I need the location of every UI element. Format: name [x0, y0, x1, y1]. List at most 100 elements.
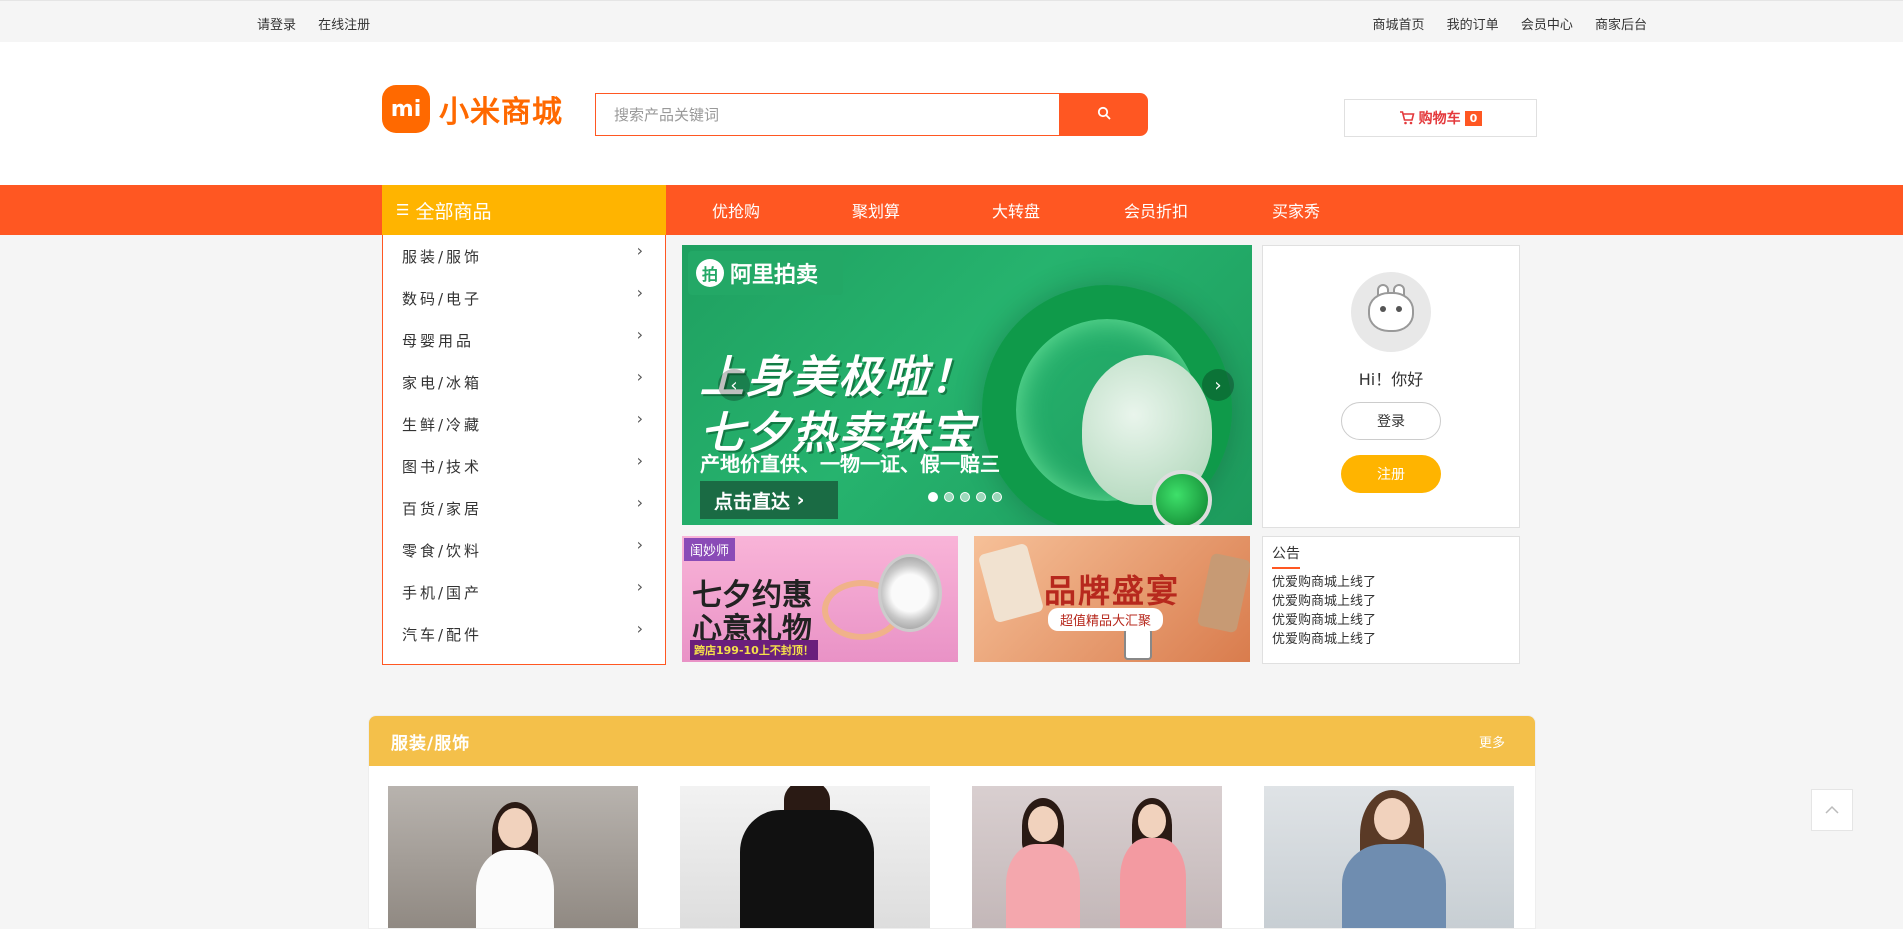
- category-label: 零食/饮料: [402, 541, 483, 560]
- product-image: [1028, 806, 1058, 842]
- promo-banner-qixi[interactable]: 闺妙师 七夕约惠 心意礼物 跨店199-10上不封顶！: [682, 536, 958, 662]
- search-icon: [1097, 106, 1111, 120]
- product-card[interactable]: [972, 786, 1222, 928]
- chevron-left-icon: ‹: [730, 374, 738, 396]
- banner-brand-tag: 拍 阿里拍卖: [688, 251, 843, 295]
- category-label: 家电/冰箱: [402, 373, 483, 392]
- merchant-backend-link[interactable]: 商家后台: [1595, 18, 1647, 33]
- logo-text: 小米商城: [439, 95, 563, 130]
- login-link[interactable]: 请登录: [257, 18, 296, 33]
- banner-dot[interactable]: [976, 492, 986, 502]
- my-orders-link[interactable]: 我的订单: [1447, 18, 1499, 33]
- notice-item[interactable]: 优爱购商城上线了: [1272, 592, 1510, 611]
- promo-banner-brand[interactable]: 品牌盛宴 超值精品大汇聚: [974, 536, 1250, 662]
- notice-item[interactable]: 优爱购商城上线了: [1272, 611, 1510, 630]
- search-bar: [595, 93, 1148, 136]
- category-item[interactable]: 图书/技术 ›: [383, 445, 665, 487]
- member-center-link[interactable]: 会员中心: [1521, 18, 1573, 33]
- emerald-ring-image: [1152, 470, 1212, 525]
- notice-item[interactable]: 优爱购商城上线了: [1272, 630, 1510, 649]
- notice-item[interactable]: 优爱购商城上线了: [1272, 573, 1510, 592]
- banner-brand: 阿里拍卖: [730, 263, 819, 288]
- category-item[interactable]: 百货/家居 ›: [383, 487, 665, 529]
- chevron-right-icon: ›: [636, 409, 643, 428]
- search-input[interactable]: [595, 93, 1059, 136]
- search-button[interactable]: [1059, 93, 1148, 136]
- category-item[interactable]: 手机/国产 ›: [383, 571, 665, 613]
- banner-cta-button[interactable]: 点击直达 ›: [700, 481, 838, 519]
- watch-image: [878, 554, 942, 632]
- user-greeting: Hi！你好: [1358, 370, 1424, 389]
- banner-prev-button[interactable]: ‹: [718, 369, 750, 401]
- promo-line-3: 跨店199-10上不封顶！: [690, 640, 818, 660]
- chevron-right-icon: ›: [796, 489, 805, 511]
- watch-image: [1124, 628, 1152, 660]
- banner-dot[interactable]: [944, 492, 954, 502]
- product-card[interactable]: [1264, 786, 1514, 928]
- section-more-link[interactable]: 更多: [1479, 732, 1505, 751]
- banner-pagination: [928, 492, 1008, 502]
- user-panel: Hi！你好 登录 注册: [1262, 245, 1520, 528]
- product-card[interactable]: [388, 786, 638, 928]
- all-categories-button[interactable]: ☰ 全部商品: [382, 185, 666, 235]
- avatar: [1351, 272, 1431, 352]
- nav-link-lucky-wheel[interactable]: 大转盘: [992, 198, 1124, 222]
- banner-next-button[interactable]: ›: [1202, 369, 1234, 401]
- chevron-right-icon: ›: [636, 283, 643, 302]
- login-button[interactable]: 登录: [1341, 402, 1441, 440]
- category-item[interactable]: 生鲜/冷藏 ›: [383, 403, 665, 445]
- nav-link-buyer-show[interactable]: 买家秀: [1272, 198, 1372, 222]
- category-item[interactable]: 家电/冰箱 ›: [383, 361, 665, 403]
- chevron-up-icon: [1825, 805, 1839, 814]
- hero-banner[interactable]: 拍 阿里拍卖 上身美极啦！ 七夕热卖珠宝 产地价直供、一物一证、假一赔三 点击直…: [682, 245, 1252, 525]
- chevron-right-icon: ›: [636, 493, 643, 512]
- category-item[interactable]: 服装/服饰 ›: [383, 235, 665, 277]
- product-image: [1374, 798, 1410, 840]
- product-image: [1342, 844, 1446, 928]
- product-card[interactable]: [680, 786, 930, 928]
- category-item[interactable]: 零食/饮料 ›: [383, 529, 665, 571]
- cart-icon: [1399, 111, 1415, 125]
- promo-title: 品牌盛宴: [1043, 572, 1180, 610]
- banner-dot[interactable]: [960, 492, 970, 502]
- category-item[interactable]: 汽车/配件 ›: [383, 613, 665, 655]
- top-bar-left: 请登录 在线注册: [257, 14, 388, 33]
- category-label: 数码/电子: [402, 289, 483, 308]
- chevron-right-icon: ›: [636, 367, 643, 386]
- category-item[interactable]: 数码/电子 ›: [383, 277, 665, 319]
- category-label: 生鲜/冷藏: [402, 415, 483, 434]
- category-item[interactable]: 母婴用品 ›: [383, 319, 665, 361]
- product-image: [476, 850, 554, 928]
- banner-dot[interactable]: [992, 492, 1002, 502]
- product-section-clothing: 服装/服饰 更多: [368, 715, 1536, 929]
- product-image: [498, 808, 532, 848]
- menu-icon: ☰: [396, 201, 410, 219]
- register-button[interactable]: 注册: [1341, 455, 1441, 493]
- cart-count-badge: 0: [1464, 110, 1483, 126]
- cart-button[interactable]: 购物车 0: [1344, 99, 1537, 137]
- chevron-right-icon: ›: [636, 241, 643, 260]
- nav-link-group-buy[interactable]: 聚划算: [852, 198, 992, 222]
- product-image: [1138, 804, 1166, 838]
- chevron-right-icon: ›: [636, 451, 643, 470]
- category-label: 图书/技术: [402, 457, 483, 476]
- nav-link-member-discount[interactable]: 会员折扣: [1124, 198, 1272, 222]
- register-link[interactable]: 在线注册: [318, 18, 370, 33]
- chevron-right-icon: ›: [636, 577, 643, 596]
- banner-dot[interactable]: [928, 492, 938, 502]
- promo-subtitle: 超值精品大汇聚: [1048, 608, 1164, 631]
- product-grid: [388, 786, 1535, 928]
- all-categories-label: 全部商品: [415, 200, 492, 223]
- category-label: 母婴用品: [402, 331, 475, 350]
- back-to-top-button[interactable]: [1811, 789, 1853, 831]
- home-link[interactable]: 商城首页: [1373, 18, 1425, 33]
- top-bar: 请登录 在线注册 商城首页 我的订单 会员中心 商家后台: [0, 0, 1903, 42]
- category-label: 汽车/配件: [402, 625, 483, 644]
- product-image: [1120, 838, 1186, 928]
- auction-logo-icon: 拍: [696, 259, 724, 287]
- banner-subline: 产地价直供、一物一证、假一赔三: [700, 452, 1000, 476]
- nav-links: 优抢购 聚划算 大转盘 会员折扣 买家秀: [712, 185, 1372, 235]
- nav-link-flash-sale[interactable]: 优抢购: [712, 198, 852, 222]
- site-logo[interactable]: mi 小米商城: [382, 85, 563, 133]
- chevron-right-icon: ›: [636, 619, 643, 638]
